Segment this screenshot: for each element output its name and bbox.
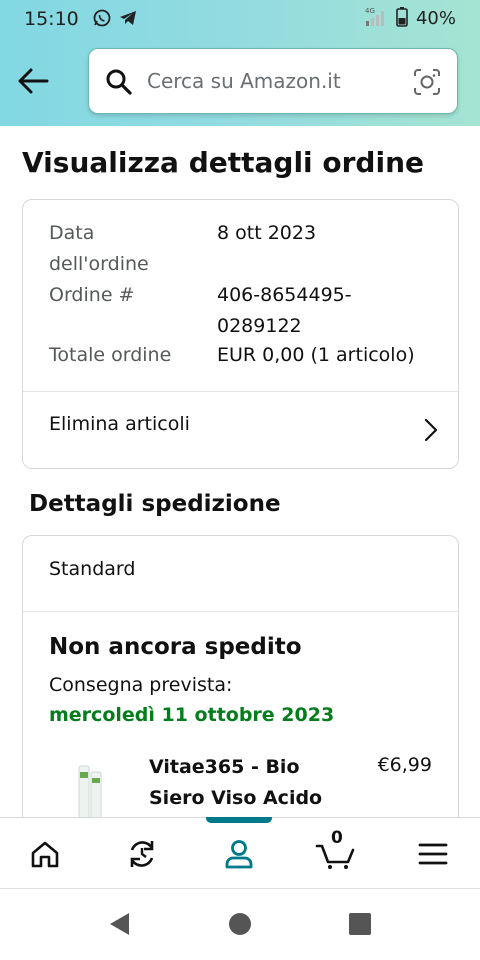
order-summary-card: Data dell'ordine 8 ott 2023 Ordine # 406… [22,199,459,469]
product-name-line: Siero Viso Acido [149,787,323,809]
order-number-value-cont: 0289122 [217,315,302,337]
order-date-value: 8 ott 2023 [217,222,317,244]
nav-buy-again[interactable] [117,834,167,874]
product-name[interactable]: Vitae365 - Bio Siero Viso Acido [149,752,349,814]
shipping-card: Standard Non ancora spedito Consegna pre… [22,535,459,835]
bottom-navigation: 0 [0,817,480,889]
page-title: Visualizza dettagli ordine [22,146,424,179]
signal-icon: 4G [364,6,386,32]
svg-text:4G: 4G [365,7,375,15]
order-date-label: Data [49,222,95,244]
active-tab-indicator [206,817,272,823]
system-home-button[interactable] [225,911,255,937]
whatsapp-icon [92,8,112,32]
shipping-section-title: Dettagli spedizione [29,491,281,517]
square-recents-icon [349,913,371,935]
product-name-line: Vitae365 - Bio [149,756,300,778]
circle-home-icon [229,913,251,935]
delivery-label: Consegna prevista: [49,674,233,696]
cart-count: 0 [331,828,343,848]
refresh-icon [130,841,154,867]
shipping-type: Standard [49,558,136,580]
search-icon [105,68,133,100]
system-navigation-bar [0,889,480,960]
account-icon [225,840,253,869]
search-bar-row: Cerca su Amazon.it [0,48,480,114]
nav-menu[interactable] [408,834,458,874]
remove-items-label: Elimina articoli [49,413,190,435]
order-total-label: Totale ordine [49,344,172,366]
order-number-label: Ordine # [49,284,135,306]
shipping-status: Non ancora spedito [49,634,302,660]
status-bar: 15:10 4G 40% [0,0,480,38]
order-total-value: EUR 0,00 (1 articolo) [217,344,415,366]
back-button[interactable] [12,62,54,100]
battery-level: 40% [415,8,456,29]
home-icon [31,841,59,868]
camera-icon[interactable] [413,68,441,100]
product-price: €6,99 [377,754,432,776]
nav-account[interactable] [214,834,264,874]
triangle-back-icon [110,913,129,935]
divider [23,611,458,612]
remove-items-row[interactable]: Elimina articoli [23,392,458,468]
search-placeholder: Cerca su Amazon.it [147,69,341,93]
system-back-button[interactable] [104,911,134,937]
order-date-label-cont: dell'ordine [49,253,149,275]
status-time: 15:10 [24,8,79,30]
search-input[interactable]: Cerca su Amazon.it [88,48,458,114]
battery-icon [396,7,408,31]
telegram-icon [118,8,138,32]
product-image[interactable] [73,762,109,822]
order-number-value: 406-8654495- [217,284,352,306]
menu-icon [418,843,448,865]
back-arrow-icon [18,68,49,94]
system-recents-button[interactable] [345,911,375,937]
nav-cart[interactable]: 0 [311,828,361,874]
chevron-right-icon [424,418,438,446]
delivery-date: mercoledì 11 ottobre 2023 [49,704,335,726]
nav-home[interactable] [20,834,70,874]
